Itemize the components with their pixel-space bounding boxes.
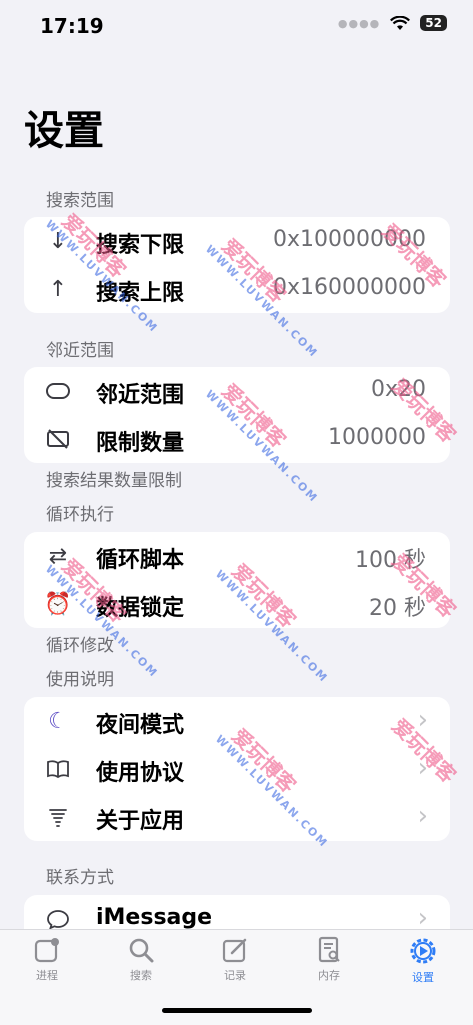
row-label: 循环脚本 xyxy=(96,548,185,573)
alarm-icon: ⏰ xyxy=(44,591,72,617)
tab-label: 内存 xyxy=(318,969,340,982)
tab-label: 设置 xyxy=(412,971,434,984)
status-time: 17:19 xyxy=(40,14,104,38)
tab-label: 搜索 xyxy=(130,969,152,982)
status-bar: 17:19 ●●●● 52 xyxy=(0,0,473,52)
memory-doc-icon xyxy=(318,936,340,963)
tab-memory[interactable]: 内存 xyxy=(282,936,376,996)
row-value: 100 秒 xyxy=(355,548,426,573)
row-usage-agreement[interactable]: 使用协议 › xyxy=(24,745,450,793)
capsule-icon xyxy=(44,377,72,405)
row-value: 20 秒 xyxy=(369,596,426,621)
row-label: 限制数量 xyxy=(96,431,185,456)
row-search-upper-limit[interactable]: ↑ 搜索上限 0x160000000 xyxy=(24,265,450,313)
card-instructions: ☾ 夜间模式 › 使用协议 › 关于应用 › xyxy=(24,697,450,841)
row-value: 0x20 xyxy=(370,377,426,402)
row-value: 0x160000000 xyxy=(273,275,426,300)
tornado-icon xyxy=(44,803,72,831)
tab-process[interactable]: 进程 xyxy=(0,936,94,996)
row-label: 搜索下限 xyxy=(96,233,185,258)
tab-search[interactable]: 搜索 xyxy=(94,936,188,996)
section-footer-nearby-range: 搜索结果数量限制 xyxy=(46,471,182,491)
rectangle-slash-icon xyxy=(44,425,72,453)
tab-settings[interactable]: 设置 xyxy=(376,936,470,996)
moon-icon: ☾ xyxy=(48,708,68,734)
row-label: iMessage xyxy=(96,905,213,930)
page-title: 设置 xyxy=(24,108,104,154)
section-header-loop: 循环执行 xyxy=(46,505,114,525)
chevron-right-icon: › xyxy=(417,801,428,831)
row-search-lower-limit[interactable]: ↓ 搜索下限 0x100000000 xyxy=(24,217,450,265)
wifi-icon xyxy=(390,15,411,30)
home-indicator xyxy=(162,1008,312,1013)
status-indicators: ●●●● 52 xyxy=(338,15,447,31)
row-loop-script[interactable]: ⇄ 循环脚本 100 秒 xyxy=(24,532,450,580)
card-nearby-range: 邻近范围 0x20 限制数量 1000000 xyxy=(24,367,450,463)
card-loop: ⇄ 循环脚本 100 秒 ⏰ 数据锁定 20 秒 xyxy=(24,532,450,628)
row-label: 邻近范围 xyxy=(96,383,185,408)
book-icon xyxy=(44,755,72,783)
row-label: 搜索上限 xyxy=(96,281,185,306)
row-value: 0x100000000 xyxy=(273,227,426,252)
section-header-nearby-range: 邻近范围 xyxy=(46,341,114,361)
row-label: 使用协议 xyxy=(96,761,185,786)
row-label: 关于应用 xyxy=(96,809,185,834)
row-label: 夜间模式 xyxy=(96,713,185,738)
section-header-search-range: 搜索范围 xyxy=(46,191,114,211)
arrow-up-icon: ↑ xyxy=(48,276,68,302)
tab-records[interactable]: 记录 xyxy=(188,936,282,996)
row-night-mode[interactable]: ☾ 夜间模式 › xyxy=(24,697,450,745)
section-header-contact: 联系方式 xyxy=(46,868,114,888)
chevron-right-icon: › xyxy=(417,705,428,735)
row-label: 数据锁定 xyxy=(96,596,185,621)
search-icon xyxy=(129,938,154,963)
row-nearby-range[interactable]: 邻近范围 0x20 xyxy=(24,367,450,415)
tab-label: 记录 xyxy=(224,969,246,982)
edit-icon xyxy=(222,938,247,963)
row-about-app[interactable]: 关于应用 › xyxy=(24,793,450,841)
section-footer-loop: 循环修改 xyxy=(46,636,114,656)
section-header-instructions: 使用说明 xyxy=(46,670,114,690)
chevron-right-icon: › xyxy=(417,753,428,783)
process-icon xyxy=(34,938,59,963)
gear-icon xyxy=(410,938,436,964)
repeat-icon: ⇄ xyxy=(48,543,68,569)
arrow-down-icon: ↓ xyxy=(48,228,68,254)
row-limit-count[interactable]: 限制数量 1000000 xyxy=(24,415,450,463)
cellular-signal-icon: ●●●● xyxy=(337,16,381,30)
battery-icon: 52 xyxy=(420,15,447,31)
card-search-range: ↓ 搜索下限 0x100000000 ↑ 搜索上限 0x160000000 xyxy=(24,217,450,313)
row-value: 1000000 xyxy=(328,425,426,450)
row-data-lock[interactable]: ⏰ 数据锁定 20 秒 xyxy=(24,580,450,628)
tab-label: 进程 xyxy=(36,969,58,982)
